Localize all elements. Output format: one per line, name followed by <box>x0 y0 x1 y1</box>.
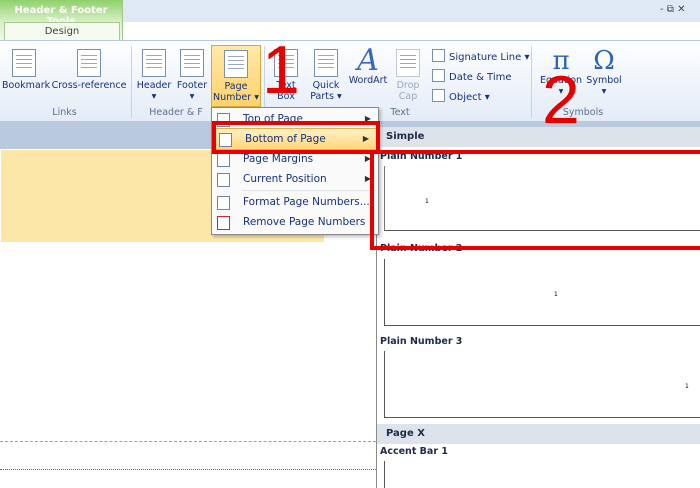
wordart-button[interactable]: A WordArt <box>347 43 389 87</box>
page-number-label-2: Number <box>213 92 252 103</box>
bookmark-label: Bookmark <box>2 80 51 91</box>
header-icon <box>142 49 166 77</box>
signature-line-icon <box>432 49 445 62</box>
footer-icon <box>180 49 204 77</box>
annotation-number-1: 1 <box>262 32 300 108</box>
gallery-item-label: Plain Number 3 <box>380 336 463 347</box>
omega-icon: Ω <box>593 46 615 76</box>
signature-line-button[interactable]: Signature Line ▾ <box>432 49 529 63</box>
group-separator <box>531 46 532 118</box>
quick-parts-dropdown-arrow: ▾ <box>333 91 342 102</box>
wordart-label: WordArt <box>348 75 388 86</box>
quick-parts-button[interactable]: Quick Parts ▾ <box>306 49 346 102</box>
signature-line-label: Signature Line <box>449 52 522 63</box>
drop-cap-label-1: Drop <box>396 80 420 91</box>
drop-cap-label-2: Cap <box>398 91 418 102</box>
menu-item-label: Remove Page Numbers <box>243 216 366 228</box>
section-simple: Simple <box>377 127 700 147</box>
text-group-label: Text <box>390 107 410 118</box>
menu-item-format-page-numbers[interactable]: Format Page Numbers... <box>212 192 378 212</box>
object-label: Object <box>449 92 482 103</box>
drop-cap-icon <box>396 49 420 77</box>
annotation-box-1 <box>212 121 380 154</box>
gallery-item-plain-number-3[interactable]: 1 <box>384 351 700 418</box>
links-group-label: Links <box>52 107 77 118</box>
drop-cap-button: Drop Cap <box>391 49 425 102</box>
remove-page-numbers-icon <box>217 216 230 230</box>
cross-reference-icon <box>77 49 101 77</box>
wordart-icon: A <box>357 43 379 78</box>
footer-dropdown-arrow: ▾ <box>189 91 195 102</box>
menu-item-label: Format Page Numbers... <box>243 196 370 208</box>
header-footer-group-label: Header & F <box>149 107 203 118</box>
object-button[interactable]: Object ▾ <box>432 89 490 103</box>
header-dropdown-arrow: ▾ <box>151 91 157 102</box>
menu-item-label: Current Position <box>243 173 327 185</box>
page-number-button[interactable]: Page Number ▾ <box>211 45 261 107</box>
date-time-button[interactable]: Date & Time <box>432 69 512 83</box>
thumbnail-page-number: 1 <box>554 291 558 298</box>
footer-label: Footer <box>176 80 208 91</box>
gallery-item-plain-number-2[interactable]: 1 <box>384 259 700 326</box>
date-time-icon <box>432 69 445 82</box>
annotation-number-2: 2 <box>542 62 580 138</box>
menu-separator <box>242 190 376 191</box>
gallery-item-label: Accent Bar 1 <box>380 446 448 457</box>
quick-parts-label-2: Parts <box>310 91 334 102</box>
bookmark-button[interactable]: Bookmark <box>2 49 50 91</box>
header-button[interactable]: Header ▾ <box>136 49 172 102</box>
gallery-item-accent-bar-1[interactable] <box>384 461 700 488</box>
bookmark-icon <box>12 49 36 77</box>
menu-item-current-position[interactable]: Current Position ▶ <box>212 169 378 189</box>
annotation-box-2 <box>370 150 700 250</box>
window-controls[interactable]: - ⧉ ✕ <box>660 4 686 15</box>
menu-item-remove-page-numbers[interactable]: Remove Page Numbers <box>212 212 378 232</box>
page-number-icon <box>224 50 248 78</box>
date-time-label: Date & Time <box>449 72 512 83</box>
symbol-label: Symbol <box>586 75 622 86</box>
object-icon <box>432 89 445 102</box>
format-page-numbers-icon <box>217 196 230 210</box>
tab-design[interactable]: Design <box>4 22 120 41</box>
footer-button[interactable]: Footer ▾ <box>174 49 210 102</box>
page-margins-icon <box>217 153 230 167</box>
section-simple-label: Simple <box>386 131 425 142</box>
section-page-x-label: Page X <box>386 428 425 439</box>
page-number-label-1: Page <box>224 81 248 92</box>
current-position-icon <box>217 173 230 187</box>
footer-boundary <box>0 441 376 442</box>
symbol-button[interactable]: Ω Symbol ▾ <box>584 47 624 97</box>
group-separator <box>131 46 132 118</box>
section-page-x: Page X <box>377 424 700 444</box>
header-label: Header <box>136 80 172 91</box>
page-number-dropdown-arrow: ▾ <box>251 92 259 103</box>
quick-parts-icon <box>314 49 338 77</box>
cross-reference-label: Cross-reference <box>51 80 127 91</box>
cross-reference-button[interactable]: Cross-reference <box>51 49 127 91</box>
footer-line <box>0 469 376 470</box>
thumbnail-page-number: 1 <box>685 383 689 390</box>
quick-parts-label-1: Quick <box>312 80 340 91</box>
